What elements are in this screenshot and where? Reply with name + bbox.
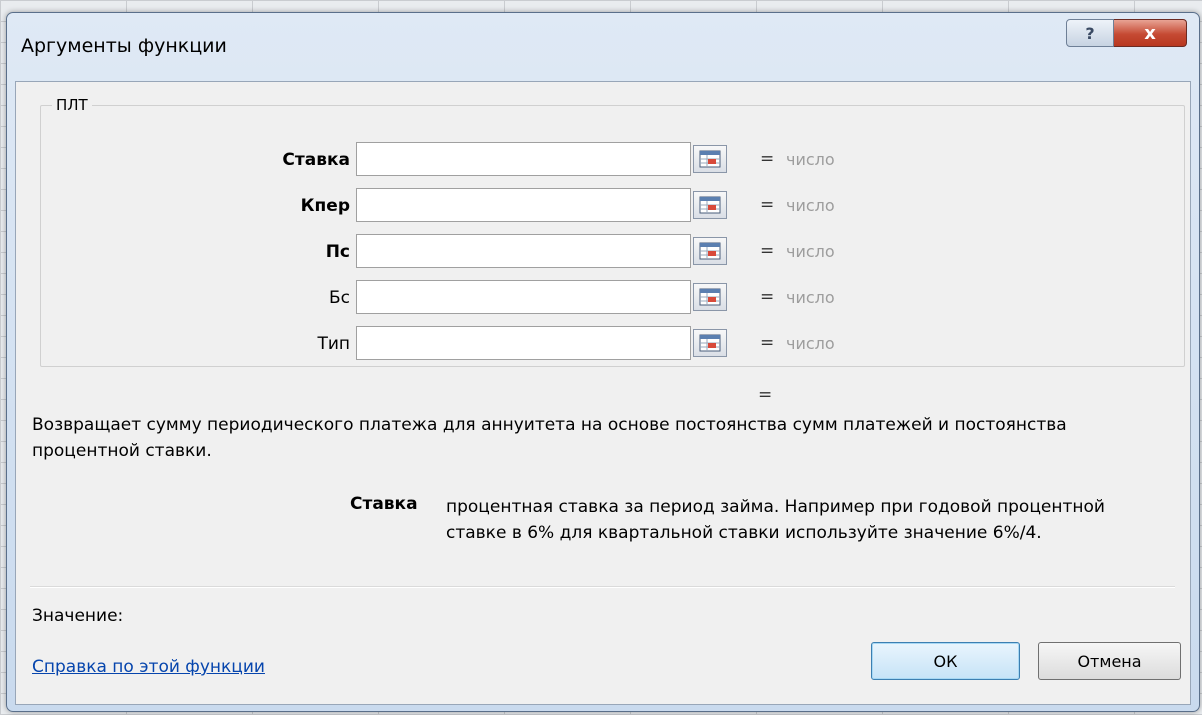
dialog-body: ПЛТ Ставка = число Кпер = число Пс = чис… — [15, 81, 1191, 705]
function-description: Возвращает сумму периодического платежа … — [32, 415, 1067, 461]
bs-input[interactable] — [356, 280, 691, 314]
collapse-dialog-button[interactable] — [693, 329, 727, 357]
argument-result: число — [786, 150, 835, 169]
argument-result: число — [786, 196, 835, 215]
collapse-dialog-button[interactable] — [693, 237, 727, 265]
argument-row-bs: Бс = число — [16, 280, 1016, 316]
range-select-icon — [699, 150, 721, 168]
equals-sign: = — [760, 287, 775, 307]
range-select-icon — [699, 242, 721, 260]
divider — [30, 586, 1175, 588]
argument-label: Кпер — [300, 196, 350, 216]
argument-result: число — [786, 288, 835, 307]
argument-result: число — [786, 242, 835, 261]
argument-label: Тип — [317, 334, 350, 354]
function-name: ПЛТ — [52, 96, 92, 114]
question-mark-icon: ? — [1085, 23, 1095, 43]
collapse-dialog-button[interactable] — [693, 191, 727, 219]
current-param-name: Ставка — [350, 494, 418, 514]
range-select-icon — [699, 288, 721, 306]
formula-result-equals: = — [758, 385, 773, 405]
tip-input[interactable] — [356, 326, 691, 360]
kper-input[interactable] — [356, 188, 691, 222]
argument-row-stavka: Ставка = число — [16, 142, 1016, 178]
cancel-button[interactable]: Отмена — [1038, 642, 1181, 680]
argument-row-kper: Кпер = число — [16, 188, 1016, 224]
help-link[interactable]: Справка по этой функции — [32, 657, 265, 677]
title-bar-buttons: ? x — [1066, 19, 1187, 47]
argument-label: Пс — [325, 242, 350, 262]
value-label: Значение: — [32, 606, 124, 626]
argument-row-ps: Пс = число — [16, 234, 1016, 270]
ps-input[interactable] — [356, 234, 691, 268]
equals-sign: = — [760, 333, 775, 353]
current-param-description: процентная ставка за период займа. Напри… — [446, 497, 1105, 543]
collapse-dialog-button[interactable] — [693, 283, 727, 311]
close-icon: x — [1144, 22, 1156, 44]
stavka-input[interactable] — [356, 142, 691, 176]
ok-button[interactable]: ОК — [871, 642, 1020, 680]
title-bar[interactable]: Аргументы функции ? x — [7, 13, 1199, 79]
argument-label: Бс — [328, 288, 350, 308]
equals-sign: = — [760, 149, 775, 169]
equals-sign: = — [760, 241, 775, 261]
equals-sign: = — [760, 195, 775, 215]
range-select-icon — [699, 196, 721, 214]
range-select-icon — [699, 334, 721, 352]
dialog-title: Аргументы функции — [21, 35, 227, 57]
collapse-dialog-button[interactable] — [693, 145, 727, 173]
argument-row-tip: Тип = число — [16, 326, 1016, 362]
help-button[interactable]: ? — [1066, 19, 1114, 47]
argument-label: Ставка — [282, 150, 350, 170]
close-button[interactable]: x — [1114, 19, 1187, 47]
function-arguments-dialog: Аргументы функции ? x ПЛТ Ставка = число… — [6, 12, 1200, 712]
argument-result: число — [786, 334, 835, 353]
